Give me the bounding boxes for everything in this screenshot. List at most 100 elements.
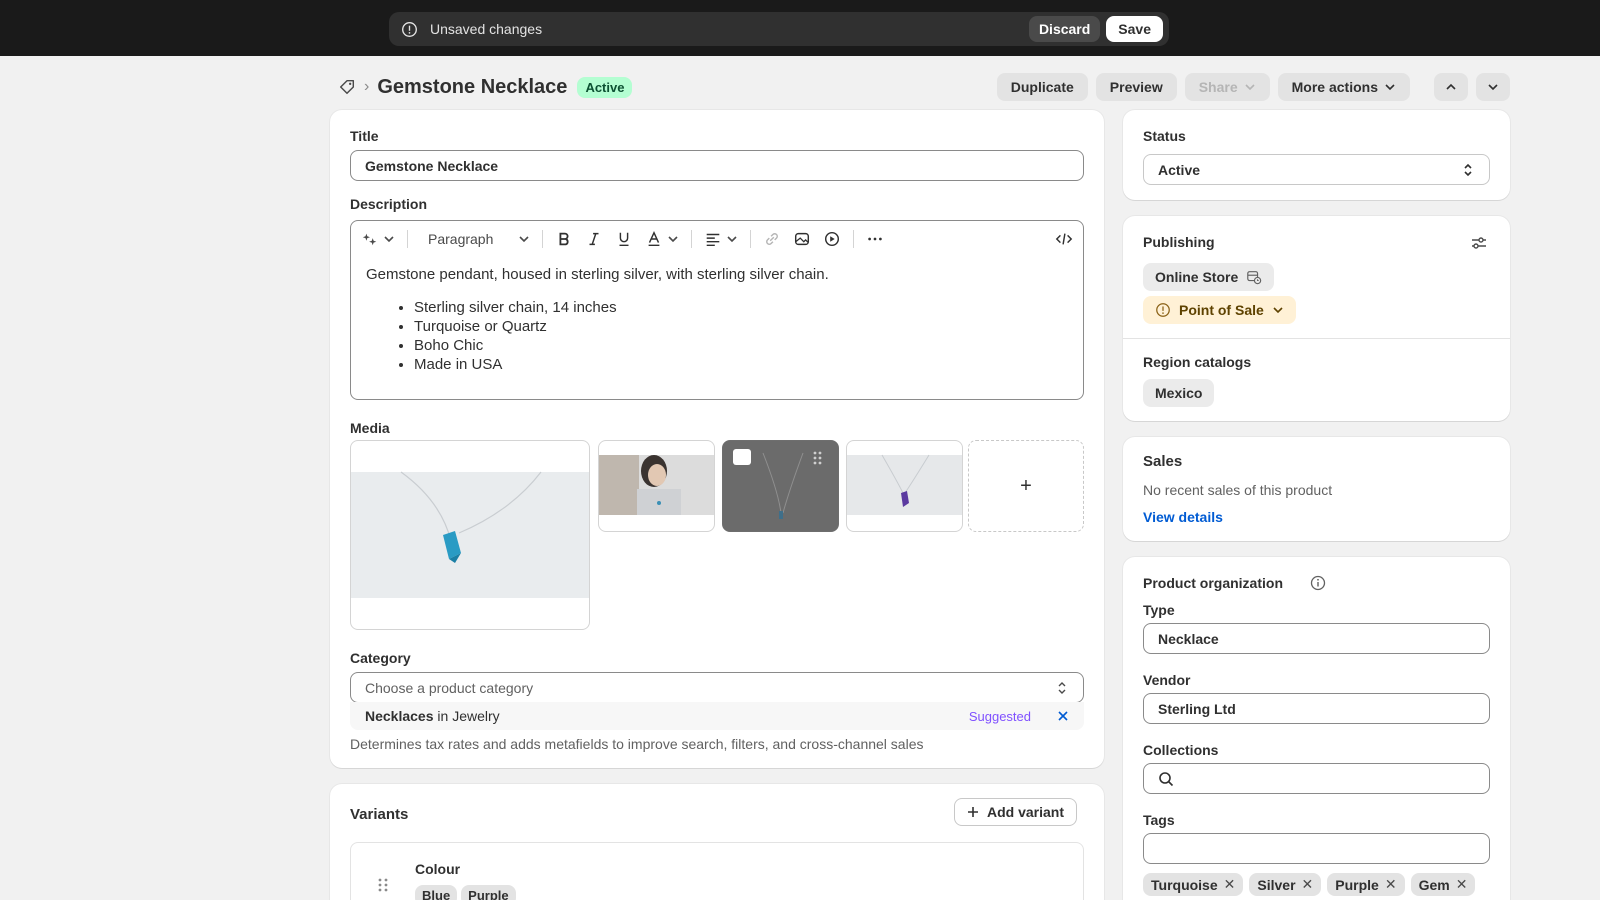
- media-item-model[interactable]: [598, 440, 715, 532]
- page-header: › Gemstone Necklace Active Duplicate Pre…: [338, 72, 1510, 102]
- media-item-amethyst[interactable]: [846, 440, 963, 532]
- bold-button[interactable]: [555, 230, 573, 248]
- tag-label: Turquoise: [1151, 876, 1218, 893]
- vendor-value: Sterling Ltd: [1158, 700, 1236, 717]
- text-color-button[interactable]: [645, 230, 679, 248]
- magic-sparkle-icon: [362, 233, 377, 246]
- category-label: Category: [350, 650, 411, 666]
- status-value: Active: [1158, 161, 1201, 178]
- media-item-main[interactable]: [350, 440, 590, 630]
- editor-content[interactable]: Gemstone pendant, housed in sterling sil…: [351, 257, 1083, 382]
- status-label: Status: [1143, 128, 1186, 144]
- variant-option[interactable]: Colour Blue Purple: [350, 842, 1084, 900]
- calendar-clock-icon: [1247, 271, 1262, 285]
- option-name: Colour: [415, 861, 461, 877]
- list-item: Sterling silver chain, 14 inches: [414, 298, 1068, 317]
- underline-icon: [619, 232, 629, 247]
- region-catalog-chip[interactable]: Mexico: [1143, 379, 1215, 407]
- remove-tag-icon[interactable]: ✕: [1224, 876, 1236, 893]
- alert-circle-icon: [402, 21, 417, 37]
- settings-sliders-icon[interactable]: [1470, 234, 1488, 252]
- tag-list: Turquoise ✕ Silver ✕ Purple ✕ Gem ✕: [1143, 873, 1481, 896]
- list-item: Boho Chic: [414, 336, 1068, 355]
- remove-tag-icon[interactable]: ✕: [1302, 876, 1314, 893]
- option-value-chip: Purple: [461, 885, 516, 900]
- publishing-card: Publishing Online Store Point of Sale Re…: [1123, 216, 1510, 421]
- status-badge: Active: [577, 76, 633, 98]
- breadcrumb-chevron-icon: ›: [364, 78, 370, 95]
- remove-tag-icon[interactable]: ✕: [1456, 876, 1468, 893]
- previous-product-button[interactable]: [1434, 73, 1468, 101]
- status-select[interactable]: Active: [1143, 154, 1490, 185]
- list-item: Made in USA: [414, 355, 1068, 374]
- channel-online-store[interactable]: Online Store: [1143, 263, 1275, 291]
- necklace-photo-amethyst: [847, 454, 962, 515]
- plus-icon: [968, 807, 978, 817]
- chevron-down-icon: [519, 236, 529, 243]
- description-list: Sterling silver chain, 14 inches Turquoi…: [366, 298, 1068, 374]
- tag-chip: Purple ✕: [1327, 873, 1405, 896]
- suggestion-parent: in Jewelry: [433, 708, 500, 724]
- more-formatting-button[interactable]: [866, 230, 884, 248]
- product-details-card: Title Gemstone Necklace Description Para…: [330, 110, 1104, 768]
- bold-icon: [559, 232, 569, 246]
- necklace-photo-selected: [723, 441, 838, 531]
- discard-button[interactable]: Discard: [1028, 16, 1101, 42]
- tags-input[interactable]: [1143, 833, 1490, 864]
- insert-image-button[interactable]: [793, 230, 811, 248]
- product-tag-icon[interactable]: [338, 78, 356, 96]
- option-value-chip: Blue: [415, 885, 458, 900]
- add-variant-button[interactable]: Add variant: [954, 798, 1078, 826]
- alert-circle-icon: [1156, 303, 1170, 317]
- info-icon[interactable]: [1310, 575, 1326, 591]
- link-button[interactable]: [763, 230, 781, 248]
- variants-heading: Variants: [350, 806, 409, 823]
- more-actions-button[interactable]: More actions: [1277, 73, 1410, 101]
- align-button[interactable]: [704, 230, 738, 248]
- channel-point-of-sale[interactable]: Point of Sale: [1143, 296, 1296, 324]
- tag-chip: Turquoise ✕: [1143, 873, 1244, 896]
- select-arrows-icon: [1058, 681, 1066, 694]
- close-icon[interactable]: [1057, 710, 1069, 722]
- type-label: Type: [1143, 602, 1175, 618]
- vendor-label: Vendor: [1143, 672, 1191, 688]
- more-actions-label: More actions: [1291, 79, 1378, 95]
- save-button[interactable]: Save: [1106, 16, 1163, 42]
- share-button[interactable]: Share: [1184, 73, 1270, 101]
- type-input[interactable]: Necklace: [1143, 623, 1490, 654]
- collections-search-input[interactable]: [1143, 763, 1490, 794]
- region-catalogs-label: Region catalogs: [1143, 354, 1252, 370]
- italic-button[interactable]: [585, 230, 603, 248]
- underline-button[interactable]: [615, 230, 633, 248]
- insert-video-button[interactable]: [823, 230, 841, 248]
- variants-card: Variants Add variant Colour Blue Purple: [330, 784, 1104, 900]
- category-select[interactable]: Choose a product category: [350, 672, 1084, 703]
- remove-tag-icon[interactable]: ✕: [1385, 876, 1397, 893]
- ellipsis-icon: [868, 237, 882, 241]
- preview-button[interactable]: Preview: [1095, 73, 1177, 101]
- chevron-down-icon: [1245, 84, 1255, 91]
- category-suggestion[interactable]: Necklaces in Jewelry Suggested: [350, 702, 1084, 730]
- select-arrows-icon: [1464, 163, 1472, 176]
- title-input[interactable]: Gemstone Necklace: [350, 150, 1084, 181]
- media-item-selected[interactable]: [722, 440, 839, 532]
- format-select[interactable]: Paragraph: [420, 231, 530, 247]
- vendor-input[interactable]: Sterling Ltd: [1143, 693, 1490, 724]
- title-label: Title: [350, 128, 379, 144]
- duplicate-button[interactable]: Duplicate: [996, 73, 1088, 101]
- unsaved-message: Unsaved changes: [430, 21, 543, 37]
- view-details-link[interactable]: View details: [1143, 509, 1223, 525]
- html-code-button[interactable]: [1055, 230, 1073, 248]
- description-editor[interactable]: Paragraph Gemstone pendant, housed in st…: [350, 220, 1084, 400]
- add-media-button[interactable]: +: [968, 440, 1084, 532]
- select-checkbox[interactable]: [733, 449, 751, 465]
- add-variant-label: Add variant: [987, 804, 1065, 820]
- format-value: Paragraph: [428, 231, 494, 247]
- next-product-button[interactable]: [1476, 73, 1510, 101]
- chevron-down-icon: [668, 236, 678, 243]
- search-icon: [1159, 771, 1174, 786]
- suggested-tag: Suggested: [968, 708, 1031, 724]
- drag-handle-icon[interactable]: [377, 877, 389, 893]
- magic-button[interactable]: [361, 230, 395, 248]
- tag-chip: Silver ✕: [1249, 873, 1322, 896]
